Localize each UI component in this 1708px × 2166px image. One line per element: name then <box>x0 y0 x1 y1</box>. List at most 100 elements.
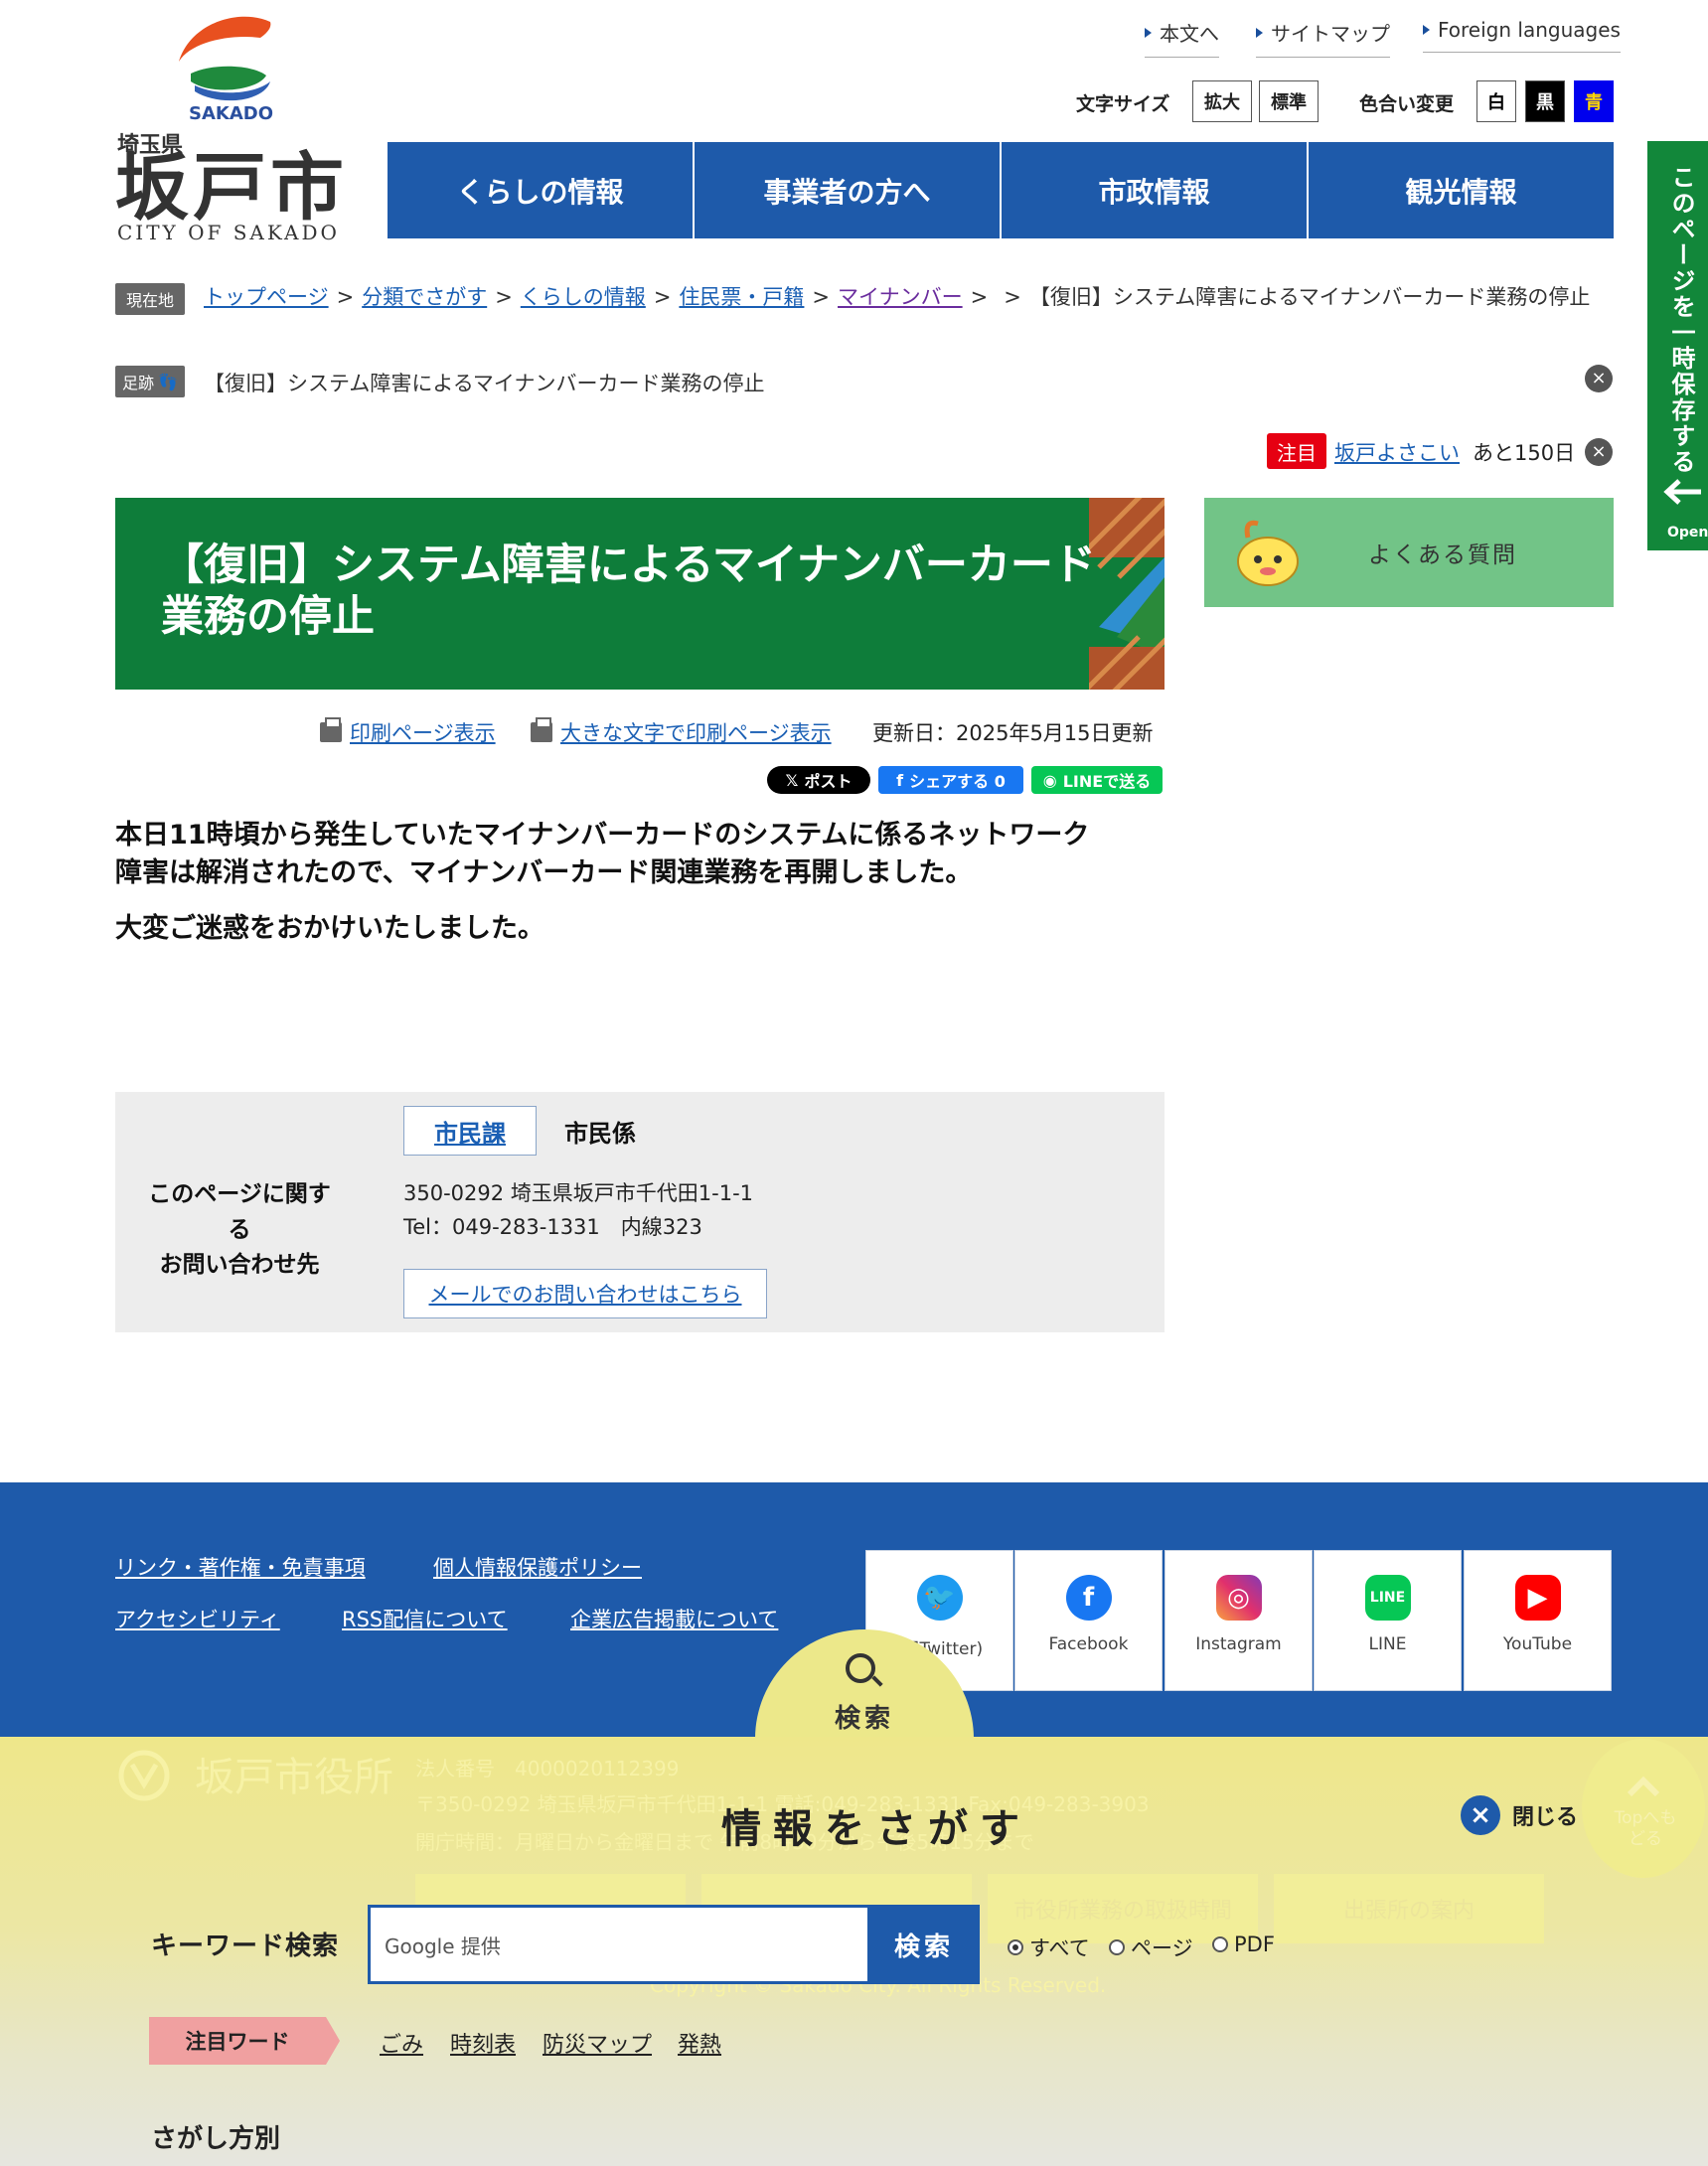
contact-box: このページに関する お問い合わせ先 市民課 市民係 350-0292 埼玉県坂戸… <box>115 1092 1165 1332</box>
mail-inquiry-button[interactable]: メールでのお問い合わせはこちら <box>403 1269 767 1318</box>
nav-city-government[interactable]: 市政情報 <box>1002 142 1309 238</box>
footprint-item[interactable]: 【復旧】システム障害によるマイナンバーカード業務の停止 <box>204 368 764 397</box>
sns-facebook[interactable]: f Facebook <box>1014 1550 1163 1691</box>
youtube-play-icon: ▶ <box>1514 1575 1561 1621</box>
open-label: Open <box>1667 525 1708 541</box>
line-icon: ◉ <box>1042 770 1057 790</box>
contact-heading: このページに関する お問い合わせ先 <box>148 1181 331 1279</box>
footer-link-rss[interactable]: RSS配信について <box>342 1604 508 1633</box>
search-icon <box>846 1653 875 1683</box>
line-icon: LINE <box>1364 1575 1411 1621</box>
clear-footprints-icon[interactable]: × <box>1585 365 1613 392</box>
facebook-icon: f <box>1065 1575 1112 1621</box>
footer-button-branches[interactable]: 出張所の案内 <box>1274 1874 1544 1943</box>
logo-english: CITY OF SAKADO <box>117 221 340 244</box>
print-large-text-link[interactable]: 大きな文字で印刷ページ表示 <box>531 717 832 747</box>
footer-link-ads[interactable]: 企業広告掲載について <box>570 1604 778 1633</box>
arrow-icon <box>1256 27 1263 38</box>
keyword-search-label: キーワード検索 <box>151 1932 340 1961</box>
x-icon: 𝕏 <box>785 770 799 790</box>
contact-address: 350-0292 埼玉県坂戸市千代田1-1-1 Tel：049-283-1331… <box>403 1181 754 1239</box>
keyword-search-input[interactable]: Google 提供 <box>368 1905 870 1984</box>
footer-link-privacy[interactable]: 個人情報保護ポリシー <box>433 1552 642 1582</box>
arrow-icon <box>1423 25 1430 35</box>
hotword-garbage[interactable]: ごみ <box>380 2027 423 2059</box>
close-overlay-button[interactable]: × 閉じる <box>1461 1795 1578 1835</box>
save-page-label: このページを一時保存する <box>1667 165 1695 475</box>
font-size-enlarge-button[interactable]: 拡大 <box>1192 80 1252 122</box>
color-black-button[interactable]: 黒 <box>1525 80 1565 122</box>
color-white-button[interactable]: 白 <box>1476 80 1516 122</box>
close-icon: × <box>1461 1795 1500 1835</box>
radio-unchecked-icon <box>1109 1939 1125 1955</box>
radio-all[interactable]: すべて <box>1008 1933 1090 1962</box>
department-link[interactable]: 市民課 <box>403 1106 537 1156</box>
color-change-label: 色合い変更 <box>1359 93 1455 115</box>
facebook-icon: f <box>896 770 904 790</box>
page-title: 【復旧】システム障害によるマイナンバーカード 業務の停止 <box>161 541 1096 643</box>
footer-office-name: 坂戸市役所 <box>195 1755 393 1800</box>
chevron-up-icon <box>1627 1776 1660 1796</box>
sns-youtube[interactable]: ▶ YouTube <box>1464 1550 1612 1691</box>
mascot-icon <box>1237 520 1299 586</box>
overlay-title: 情報をさがす <box>721 1806 1031 1852</box>
body-paragraph-1: 本日11時頃から発生していたマイナンバーカードのシステムに係るネットワーク 障害… <box>115 820 1090 888</box>
breadcrumb-category[interactable]: 分類でさがす <box>362 285 487 309</box>
notice-link[interactable]: 坂戸よさこい <box>1334 437 1460 467</box>
current-location-tag: 現在地 <box>115 283 185 315</box>
hotword-hazard-map[interactable]: 防災マップ <box>543 2027 652 2059</box>
nav-tourism[interactable]: 観光情報 <box>1309 142 1614 238</box>
faq-label: よくある質問 <box>1368 542 1517 568</box>
sns-instagram[interactable]: ◎ Instagram <box>1165 1550 1313 1691</box>
line-share-button[interactable]: ◉ LINEで送る <box>1031 766 1163 794</box>
to-top-button[interactable]: Topへもどる <box>1582 1739 1705 1878</box>
hotword-tag: 注目ワード <box>149 2017 340 2065</box>
footer-corporate-number: 法人番号 4000020112399 <box>415 1757 680 1780</box>
save-page-tab[interactable]: このページを一時保存する Open <box>1647 141 1708 550</box>
section-name: 市民係 <box>564 1120 636 1148</box>
printer-icon <box>531 717 552 742</box>
radio-pdf[interactable]: PDF <box>1212 1933 1275 1956</box>
footer-link-copyright[interactable]: リンク・著作権・免責事項 <box>115 1552 366 1582</box>
updated-date: 更新日：2025年5月15日更新 <box>872 721 1154 745</box>
search-method-label: さがし方別 <box>151 2124 281 2154</box>
breadcrumb-resident-register[interactable]: 住民票・戸籍 <box>679 285 804 309</box>
body-paragraph-2: 大変ご迷惑をおかけいたしました。 <box>115 913 544 944</box>
print-page-link[interactable]: 印刷ページ表示 <box>320 717 496 747</box>
radio-page[interactable]: ページ <box>1109 1933 1193 1962</box>
sitemap-link[interactable]: サイトマップ <box>1256 18 1390 58</box>
nav-business[interactable]: 事業者の方へ <box>695 142 1002 238</box>
notice-badge: 注目 <box>1267 433 1326 469</box>
arrow-icon <box>1145 27 1152 38</box>
sakado-emblem-icon: SAKADO <box>179 16 273 121</box>
printer-icon <box>320 717 342 742</box>
footer-link-accessibility[interactable]: アクセシビリティ <box>115 1604 280 1633</box>
breadcrumb-current: 【復旧】システム障害によるマイナンバーカード業務の停止 <box>1028 285 1591 309</box>
hotword-timetable[interactable]: 時刻表 <box>450 2027 516 2059</box>
skip-to-content-link[interactable]: 本文へ <box>1145 18 1219 58</box>
arrow-left-icon <box>1663 479 1701 505</box>
footprints-tag: 足跡 👣 <box>115 366 185 397</box>
svg-text:SAKADO: SAKADO <box>189 103 273 121</box>
font-size-label: 文字サイズ <box>1076 93 1170 115</box>
global-nav: くらしの情報 事業者の方へ 市政情報 観光情報 <box>388 142 1614 238</box>
breadcrumb-living[interactable]: くらしの情報 <box>521 285 646 309</box>
search-tab-label: 検索 <box>835 1704 895 1734</box>
font-size-standard-button[interactable]: 標準 <box>1259 80 1319 122</box>
radio-unchecked-icon <box>1212 1936 1228 1952</box>
search-submit-button[interactable]: 検索 <box>868 1905 980 1984</box>
breadcrumb: トップページ > 分類でさがす > くらしの情報 > 住民票・戸籍 > マイナンバー > > 【復旧】… <box>204 285 1591 309</box>
color-blue-button[interactable]: 青 <box>1574 80 1614 122</box>
to-top-label: Topへもどる <box>1614 1808 1677 1850</box>
faq-banner[interactable]: よくある質問 <box>1204 498 1614 607</box>
foreign-languages-link[interactable]: Foreign languages <box>1423 18 1621 53</box>
page-title-banner: 【復旧】システム障害によるマイナンバーカード 業務の停止 <box>115 498 1165 690</box>
nav-living-info[interactable]: くらしの情報 <box>388 142 695 238</box>
sns-line[interactable]: LINE LINE <box>1314 1550 1462 1691</box>
breadcrumb-mynumber[interactable]: マイナンバー <box>838 285 963 309</box>
hotword-fever[interactable]: 発熱 <box>678 2027 721 2059</box>
close-notice-icon[interactable]: × <box>1585 438 1613 466</box>
breadcrumb-top[interactable]: トップページ <box>204 285 329 309</box>
x-post-button[interactable]: 𝕏 ポスト <box>767 766 870 794</box>
facebook-share-button[interactable]: f シェアする 0 <box>878 766 1023 794</box>
